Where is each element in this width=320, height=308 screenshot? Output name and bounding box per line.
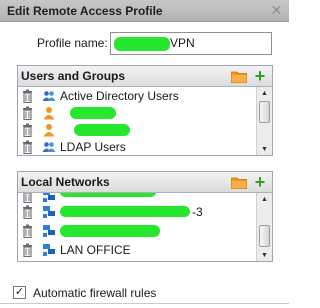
profile-name-input[interactable]: VPN [110,32,272,55]
users-groups-title: Users and Groups [21,69,126,83]
list-item[interactable]: LAN OFFICE [18,241,256,260]
firewall-rules-checkbox[interactable]: ✓ [13,286,26,299]
trash-icon[interactable] [22,224,33,238]
user-icon [43,124,55,137]
redacted-text [60,206,190,217]
add-icon[interactable]: + [252,66,268,86]
network-icon [43,193,55,202]
dialog-bottom-edge [0,303,289,308]
redacted-text [70,107,116,119]
list-item[interactable] [18,222,256,241]
folder-icon[interactable] [231,71,247,83]
list-item-label: LAN OFFICE [60,243,131,257]
dialog-title: Edit Remote Access Profile [7,4,163,18]
trash-icon[interactable] [22,205,33,219]
networks-scrollbar[interactable]: ▲ ▼ [256,193,272,261]
local-networks-panel: Local Networks + -3 LAN OFFICE ▲ ▼ [17,171,273,262]
profile-name-visible-text: VPN [170,36,195,50]
scroll-thumb[interactable] [259,225,270,247]
profile-name-row: Profile name: VPN [0,30,289,58]
network-icon [43,225,55,237]
trash-icon[interactable] [22,106,33,120]
trash-icon[interactable] [22,140,33,154]
redacted-text [74,124,130,136]
trash-icon[interactable] [22,193,33,203]
trash-icon[interactable] [22,89,33,103]
list-item-label: Active Directory Users [60,89,179,103]
redacted-text [114,36,170,51]
users-groups-panel: Users and Groups + Active Directory User… [17,65,273,156]
scroll-down-icon[interactable]: ▼ [257,249,272,261]
list-item[interactable]: LDAP Users [18,138,256,155]
trash-icon[interactable] [22,123,33,137]
network-icon [43,244,55,256]
close-icon[interactable]: ✕ [268,2,285,19]
profile-name-label: Profile name: [37,36,108,50]
local-networks-list: -3 LAN OFFICE ▲ ▼ [18,193,272,261]
group-icon [42,142,56,152]
users-groups-list: Active Directory Users LDAP Users ▲ ▼ [18,87,272,155]
firewall-rules-label: Automatic firewall rules [33,286,157,300]
scroll-thumb[interactable] [259,101,270,123]
list-item-label: -3 [192,205,203,219]
trash-icon[interactable] [22,243,33,257]
folder-icon[interactable] [231,177,247,189]
redacted-text [60,193,156,197]
scroll-up-icon[interactable]: ▲ [257,193,272,205]
redacted-text [60,225,160,237]
network-icon [43,206,55,218]
add-icon[interactable]: + [252,172,268,192]
local-networks-header: Local Networks + [18,172,272,193]
users-groups-header: Users and Groups + [18,66,272,87]
local-networks-title: Local Networks [21,175,110,189]
scroll-up-icon[interactable]: ▲ [257,87,272,99]
list-item[interactable]: -3 [18,203,256,222]
users-scrollbar[interactable]: ▲ ▼ [256,87,272,155]
user-icon [43,107,55,120]
scroll-down-icon[interactable]: ▼ [257,143,272,155]
group-icon [42,91,56,101]
list-item-label: LDAP Users [60,140,126,154]
dialog-titlebar: Edit Remote Access Profile ✕ [0,0,289,22]
